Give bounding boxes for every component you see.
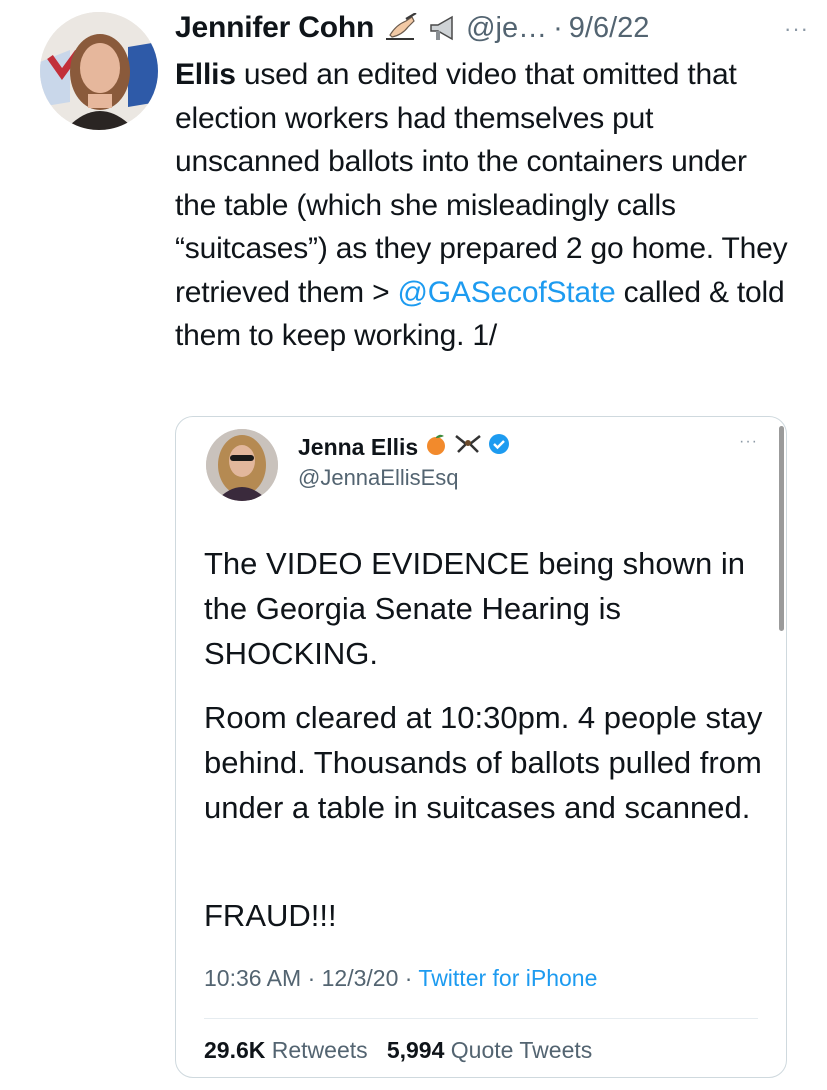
author-avatar[interactable] <box>40 12 158 130</box>
quoted-author-name-row: Jenna Ellis <box>298 432 510 462</box>
peach-icon <box>424 432 448 462</box>
tweet-text-part: used an edited video that omitted that e… <box>175 58 788 309</box>
quoted-meta: 10:36 AM · 12/3/20 · Twitter for iPhone <box>204 965 598 991</box>
verified-badge-icon <box>488 433 510 461</box>
quoted-date[interactable]: 12/3/20 <box>322 965 399 991</box>
scrollbar[interactable] <box>779 426 784 631</box>
tweet-text: Ellis used an edited video that omitted … <box>175 53 795 358</box>
quoted-paragraph: FRAUD!!! <box>204 898 337 933</box>
author-handle[interactable]: @je… <box>466 12 547 45</box>
quotes-stat[interactable]: 5,994 Quote Tweets <box>387 1037 592 1063</box>
author-name[interactable]: Jennifer Cohn <box>175 11 374 45</box>
header-separator: · <box>553 11 563 44</box>
retweets-count: 29.6K <box>204 1037 266 1063</box>
quoted-avatar-image <box>206 429 278 501</box>
more-options-icon[interactable]: ··· <box>784 16 809 42</box>
stats-divider <box>204 1018 758 1019</box>
quoted-paragraph: Room cleared at 10:30pm. 4 people stay b… <box>204 700 763 825</box>
author-avatar-image <box>40 12 158 130</box>
quoted-author-handle[interactable]: @JennaEllisEsq <box>298 465 459 491</box>
quotes-count: 5,994 <box>386 1037 445 1063</box>
quotes-label: Quote Tweets <box>450 1037 593 1063</box>
quoted-stats: 29.6K Retweets 5,994 Quote Tweets <box>204 1037 592 1064</box>
retweets-stat[interactable]: 29.6K Retweets <box>204 1037 368 1063</box>
quoted-paragraph: The VIDEO EVIDENCE being shown in the Ge… <box>204 546 746 671</box>
writing-hand-icon <box>384 13 418 43</box>
quoted-time[interactable]: 10:36 AM <box>204 965 301 991</box>
quoted-author-name[interactable]: Jenna Ellis <box>298 434 418 461</box>
tweet-header: Jennifer Cohn @je… · 9/6/22 ··· <box>175 8 809 48</box>
quoted-tweet-card[interactable]: Jenna Ellis @JennaEllisEsq ··· The VIDEO… <box>175 416 787 1078</box>
megaphone-icon <box>428 13 458 43</box>
quoted-source-link[interactable]: Twitter for iPhone <box>418 965 597 991</box>
tweet-text-bold: Ellis <box>175 58 236 91</box>
mention-link[interactable]: @GASecofState <box>398 276 616 309</box>
quoted-more-options-icon[interactable]: ··· <box>739 433 758 451</box>
retweets-label: Retweets <box>271 1037 368 1063</box>
quoted-author-avatar[interactable] <box>206 429 278 501</box>
tweet-date[interactable]: 9/6/22 <box>569 12 650 45</box>
eagle-icon <box>454 432 482 462</box>
